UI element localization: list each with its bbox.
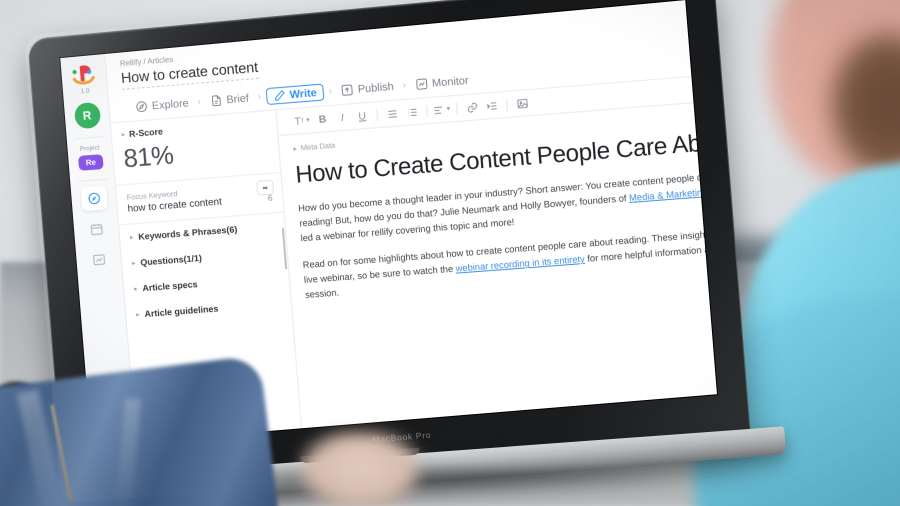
triangle-right-icon-1: ▸ (129, 234, 134, 242)
link-button[interactable] (462, 98, 482, 116)
indent-button[interactable] (482, 96, 502, 115)
editor: Tт ▼ B I U ▼ ▸ Meta Data How to Create C… (276, 71, 717, 446)
tab-explore-label: Explore (151, 96, 190, 112)
metadata-label: Meta Data (300, 140, 336, 153)
expand-arrows-icon[interactable]: ⬌ (256, 179, 275, 196)
chevron-right-icon-3: › (328, 85, 333, 98)
triangle-right-icon-rscore: ▸ (121, 131, 126, 139)
rail-divider-2 (77, 178, 108, 182)
project-badge[interactable]: Re (78, 154, 104, 171)
accordion-article-specs-label: Article specs (142, 279, 198, 294)
tab-write-label: Write (289, 86, 318, 101)
rail-brief-icon[interactable] (83, 216, 110, 242)
rail-divider (74, 136, 104, 140)
triangle-right-icon-4: ▸ (135, 311, 140, 319)
chevron-right-icon-4: › (402, 79, 407, 92)
accordion-questions-label: Questions(1/1) (139, 252, 203, 268)
text-style-button[interactable]: Tт ▼ (293, 112, 313, 130)
toolbar-divider-1 (376, 108, 379, 121)
rscore-value: 81% (122, 139, 175, 174)
tab-monitor-label: Monitor (431, 74, 470, 90)
triangle-right-icon-3: ▸ (133, 285, 138, 293)
rscore-title: R-Score (128, 126, 164, 140)
chevron-right-icon-1: › (197, 96, 202, 108)
avatar[interactable]: R (73, 101, 101, 130)
underline-button[interactable]: U (352, 107, 372, 125)
rail-explore-icon[interactable] (80, 185, 108, 212)
tab-explore[interactable]: Explore (131, 94, 194, 116)
tab-publish-label: Publish (357, 80, 395, 96)
image-button[interactable] (512, 94, 532, 113)
rellify-logo[interactable] (70, 62, 97, 88)
project-label: Project (79, 144, 100, 153)
bullet-list-button[interactable] (382, 104, 402, 122)
align-left-button[interactable]: ▼ (432, 100, 452, 118)
toolbar-divider-3 (455, 102, 458, 115)
chevron-right-icon-2: › (257, 91, 262, 103)
tab-publish[interactable]: Publish (336, 78, 398, 100)
tab-brief-label: Brief (225, 92, 250, 106)
rail-monitor-icon[interactable] (85, 247, 112, 273)
triangle-right-icon-meta: ▸ (293, 145, 298, 153)
hand (300, 430, 420, 506)
toolbar-divider-4 (505, 98, 508, 111)
tab-monitor[interactable]: Monitor (410, 72, 473, 94)
accordion-article-guidelines-label: Article guidelines (144, 303, 219, 319)
accordion-keywords-phrases-label: Keywords & Phrases(6) (137, 224, 238, 242)
tab-write[interactable]: Write (265, 83, 325, 106)
tab-brief[interactable]: Brief (205, 89, 253, 110)
version-label: 1.0 (80, 87, 90, 96)
toolbar-divider-2 (425, 104, 428, 117)
italic-button[interactable]: I (332, 108, 352, 126)
numbered-list-button[interactable] (402, 103, 422, 121)
triangle-right-icon-2: ▸ (131, 260, 136, 268)
bold-button[interactable]: B (312, 110, 332, 128)
